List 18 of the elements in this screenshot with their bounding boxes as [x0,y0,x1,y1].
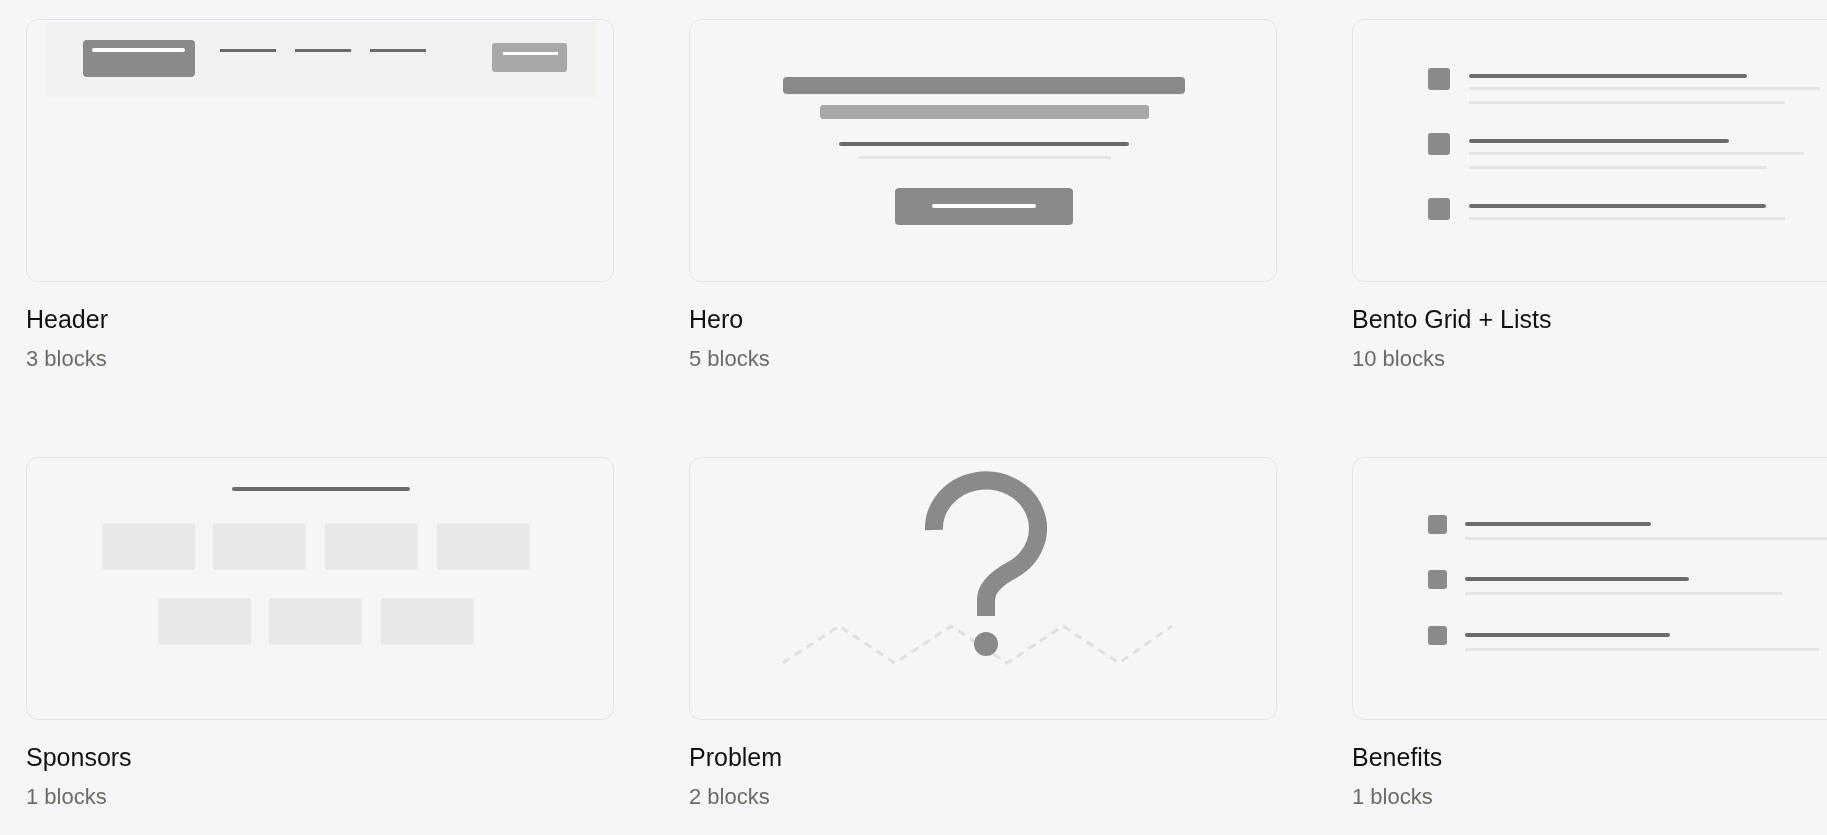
template-thumbnail[interactable] [1352,19,1827,282]
block-count: 2 blocks [689,783,770,811]
template-title: Problem [689,742,783,772]
template-thumbnail[interactable] [689,19,1277,282]
template-title: Sponsors [26,742,132,772]
template-title: Bento Grid + Lists [1352,304,1552,334]
block-count: 10 blocks [1352,345,1445,373]
template-thumbnail[interactable] [1352,457,1827,720]
template-thumbnail[interactable] [26,19,614,282]
template-title: Header [26,304,108,334]
template-thumbnail[interactable] [26,457,614,720]
template-title: Benefits [1352,742,1443,772]
block-count: 1 blocks [1352,783,1433,811]
block-count: 5 blocks [689,345,770,373]
block-count: 3 blocks [26,345,107,373]
block-count: 1 blocks [26,783,107,811]
template-title: Hero [689,304,744,334]
template-thumbnail[interactable] [689,457,1277,720]
